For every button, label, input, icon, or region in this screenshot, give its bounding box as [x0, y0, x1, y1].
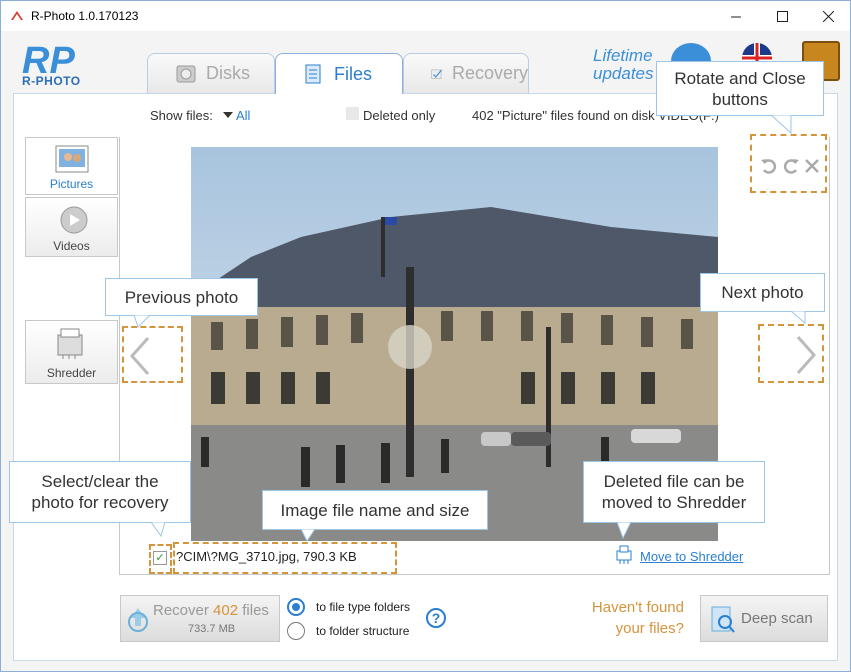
- videos-icon: [60, 206, 88, 234]
- callout-shredder: Deleted file can be moved to Shredder: [583, 461, 765, 523]
- close-icon: [822, 10, 834, 22]
- maximize-button[interactable]: [759, 1, 805, 31]
- recycle-icon: [128, 608, 148, 632]
- recover-count: 402: [213, 602, 239, 619]
- tab-files-label: Files: [334, 63, 373, 84]
- maximize-icon: [776, 10, 788, 22]
- select-checkbox-highlight: [149, 544, 172, 574]
- callout-rotate-close-text: Rotate and Close buttons: [674, 68, 806, 109]
- window-title: R-Photo 1.0.170123: [31, 9, 139, 23]
- move-to-shredder-link[interactable]: Move to Shredder: [640, 549, 743, 564]
- callout-name-size-text: Image file name and size: [280, 500, 470, 520]
- file-name-highlight: [173, 542, 397, 574]
- tab-disks[interactable]: Disks: [147, 53, 275, 93]
- category-videos-label: Videos: [53, 239, 90, 253]
- radio-file-type-folders[interactable]: [287, 598, 305, 616]
- recover-size: 733.7 MB: [188, 623, 236, 635]
- lifetime-line2: updates: [593, 64, 654, 83]
- disk-icon: [176, 65, 196, 82]
- recover-suffix: files: [242, 602, 269, 619]
- app-icon: [11, 11, 23, 20]
- callout-rotate-close-tail: [771, 115, 792, 135]
- help-icon[interactable]: ?: [426, 608, 446, 628]
- minimize-icon: [730, 16, 741, 17]
- show-files-dropdown[interactable]: All: [236, 108, 250, 123]
- callout-name-size: Image file name and size: [262, 490, 488, 530]
- logo-text: R-PHOTO: [22, 74, 81, 88]
- callout-previous: Previous photo: [105, 278, 258, 316]
- pictures-icon: [55, 145, 89, 173]
- radio-file-type-folders-label: to file type folders: [316, 600, 411, 614]
- app-window: R-Photo 1.0.170123 RP R-PHOTO Disks File…: [0, 0, 851, 672]
- chevron-down-icon[interactable]: [223, 112, 233, 118]
- category-shredder-label: Shredder: [46, 366, 97, 380]
- callout-shredder-text: Deleted file can be moved to Shredder: [601, 472, 747, 512]
- minimize-button[interactable]: [713, 1, 759, 31]
- next-photo-highlight: [758, 324, 824, 383]
- callout-select-tail: [151, 522, 166, 538]
- shredder-link-icon[interactable]: [615, 545, 633, 565]
- callout-previous-tail: [134, 315, 151, 328]
- deleted-only-checkbox[interactable]: [346, 107, 359, 120]
- havent-line1: Haven't found: [591, 599, 684, 616]
- deleted-only-label: Deleted only: [363, 108, 436, 123]
- previous-photo-highlight: [122, 326, 183, 383]
- show-files-label: Show files:: [150, 108, 213, 123]
- files-icon: [305, 64, 321, 84]
- recover-label: Recover 402 files: [153, 602, 269, 619]
- callout-next-tail: [791, 311, 806, 325]
- havent-line2: your files?: [615, 620, 684, 637]
- callout-shredder-tail: [617, 522, 632, 540]
- category-videos[interactable]: Videos: [25, 197, 118, 257]
- recover-prefix: Recover: [153, 602, 209, 619]
- callout-name-size-tail: [301, 529, 316, 542]
- havent-found-text: Haven't found your files?: [564, 597, 684, 639]
- radio-folder-structure[interactable]: [287, 622, 305, 640]
- rotate-close-highlight: [750, 134, 827, 193]
- shredder-icon: [57, 328, 83, 359]
- category-pictures-label: Pictures: [49, 177, 94, 191]
- recover-files-button[interactable]: Recover 402 files 733.7 MB: [120, 595, 280, 642]
- title-bar: R-Photo 1.0.170123: [1, 1, 850, 31]
- callout-select-text: Select/clear the photo for recovery: [31, 472, 169, 512]
- deep-scan-icon: [711, 606, 735, 633]
- callout-next-text: Next photo: [721, 283, 804, 302]
- close-button[interactable]: [805, 1, 851, 31]
- tab-recovery[interactable]: Recovery: [403, 53, 529, 93]
- deep-scan-label: Deep scan: [741, 610, 813, 627]
- lifetime-updates-text[interactable]: Lifetime updates: [593, 47, 654, 83]
- tab-disks-label: Disks: [206, 63, 250, 83]
- category-shredder[interactable]: Shredder: [25, 320, 118, 384]
- deep-scan-button[interactable]: Deep scan: [700, 595, 828, 642]
- callout-select: Select/clear the photo for recovery: [9, 461, 191, 523]
- radio-folder-structure-label: to folder structure: [316, 624, 410, 638]
- callout-previous-text: Previous photo: [124, 287, 239, 307]
- tab-recovery-label: Recovery: [451, 63, 528, 83]
- tab-files[interactable]: Files: [275, 53, 403, 94]
- lifetime-line1: Lifetime: [593, 46, 653, 65]
- callout-next: Next photo: [700, 273, 825, 312]
- recovery-icon: [431, 69, 443, 79]
- category-pictures[interactable]: Pictures: [25, 137, 118, 195]
- callout-rotate-close: Rotate and Close buttons: [656, 61, 824, 116]
